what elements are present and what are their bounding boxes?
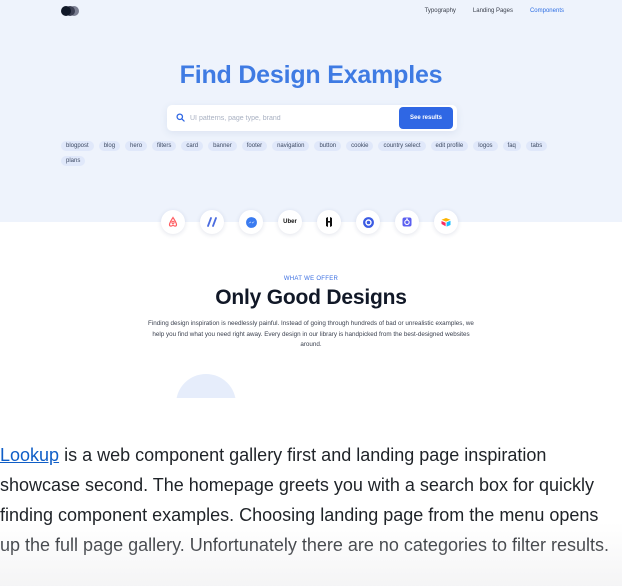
- lookup-link[interactable]: Lookup: [0, 445, 59, 465]
- tag-country-select[interactable]: country select: [378, 141, 426, 151]
- decorative-circle: [176, 374, 236, 398]
- tag-blog[interactable]: blog: [98, 141, 121, 151]
- tag-faq[interactable]: faq: [502, 141, 521, 151]
- messenger-logo[interactable]: [239, 210, 263, 234]
- tag-hero[interactable]: hero: [125, 141, 148, 151]
- uber-logo[interactable]: Uber: [278, 210, 302, 234]
- tag-cookie[interactable]: cookie: [346, 141, 374, 151]
- hashicorp-icon: [326, 217, 332, 227]
- cron-logo[interactable]: [395, 210, 419, 234]
- tag-blogpost[interactable]: blogpost: [61, 141, 94, 151]
- cron-icon: [402, 217, 412, 227]
- website-screenshot: Typography Landing Pages Components Find…: [0, 0, 622, 398]
- tag-card[interactable]: card: [181, 141, 204, 151]
- p-circle-icon: [362, 216, 374, 228]
- search-input[interactable]: [190, 111, 390, 125]
- hero-title: Find Design Examples: [179, 61, 443, 89]
- tag-tabs[interactable]: tabs: [525, 141, 548, 151]
- top-navigation: Typography Landing Pages Components: [0, 0, 622, 22]
- search-box: See results: [167, 105, 457, 131]
- uber-wordmark: Uber: [283, 219, 297, 225]
- airbnb-logo[interactable]: [161, 210, 185, 234]
- tag-footer[interactable]: footer: [241, 141, 268, 151]
- offer-description: Finding design inspiration is needlessly…: [148, 320, 474, 349]
- caption-paragraph: Lookup is a web component gallery first …: [0, 440, 622, 560]
- nav-link-typography[interactable]: Typography: [425, 6, 456, 16]
- brand-logo-row: Uber: [161, 210, 458, 234]
- airbnb-icon: [168, 216, 178, 227]
- site-logo[interactable]: [61, 6, 79, 16]
- airtable-logo[interactable]: [434, 210, 458, 234]
- hashicorp-logo[interactable]: [317, 210, 341, 234]
- offer-title: Only Good Designs: [215, 286, 407, 309]
- tag-logos[interactable]: logos: [473, 141, 498, 151]
- tag-button[interactable]: button: [314, 141, 342, 151]
- nav-link-landing-pages[interactable]: Landing Pages: [473, 6, 513, 16]
- tag-filters[interactable]: filters: [152, 141, 177, 151]
- pronounce-logo[interactable]: [356, 210, 380, 234]
- offer-eyebrow: WHAT WE OFFER: [283, 276, 339, 282]
- nav-links: Typography Landing Pages Components: [425, 6, 564, 16]
- messenger-icon: [245, 216, 257, 228]
- stripe-like-logo[interactable]: [200, 210, 224, 234]
- tag-list: blogpost blog hero filters card banner f…: [61, 141, 567, 166]
- search-icon: [176, 113, 185, 122]
- tag-edit-profile[interactable]: edit profile: [430, 141, 469, 151]
- caption-text: is a web component gallery first and lan…: [0, 445, 610, 555]
- slash-brand-icon: [207, 217, 217, 227]
- see-results-button[interactable]: See results: [399, 107, 453, 129]
- airtable-icon: [441, 218, 451, 227]
- logo-dot: [61, 6, 71, 16]
- nav-link-components[interactable]: Components: [530, 6, 564, 16]
- tag-plans[interactable]: plans: [61, 156, 86, 166]
- tag-navigation[interactable]: navigation: [272, 141, 310, 151]
- tag-banner[interactable]: banner: [208, 141, 237, 151]
